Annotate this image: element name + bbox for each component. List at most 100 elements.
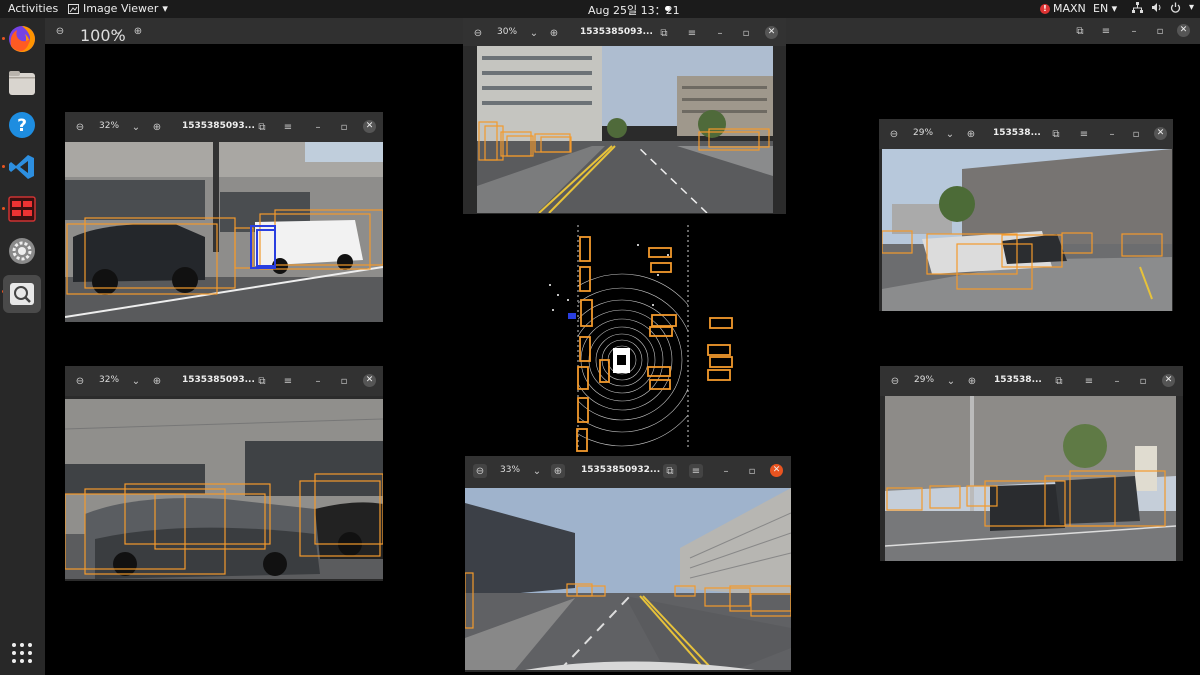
power-icon (1170, 2, 1181, 13)
zoom-in-button[interactable]: ⊕ (150, 374, 164, 388)
zoom-out-button[interactable]: ⊖ (473, 464, 487, 478)
menu-button[interactable]: ≡ (281, 120, 295, 134)
rotate-button[interactable]: ⧉ (663, 464, 677, 478)
viewer-window-back[interactable]: ⊖ 33% ⌄ ⊕ 15353850932... ⧉ ≡ – ▫ ✕ (465, 456, 791, 672)
power-mode-label: MAXN (1053, 2, 1086, 15)
warning-icon: ! (1040, 3, 1050, 14)
vscode-icon[interactable] (7, 152, 37, 182)
chevron-down-icon: ▾ (162, 2, 168, 15)
zoom-level[interactable]: 29% (913, 128, 933, 138)
zoom-in-button[interactable]: ⊕ (547, 26, 561, 40)
running-indicator (2, 37, 5, 40)
minimize-button[interactable]: – (311, 120, 325, 134)
menu-button[interactable]: ≡ (685, 26, 699, 40)
language-label: EN (1093, 2, 1109, 15)
zoom-menu-chevron-icon[interactable]: ⌄ (111, 24, 125, 38)
zoom-level[interactable]: 30% (497, 27, 517, 37)
lidar-bev-view (535, 215, 743, 455)
rotate-button[interactable]: ⧉ (657, 26, 671, 40)
maximize-button[interactable]: ▫ (1129, 127, 1143, 141)
svg-text:?: ? (17, 116, 27, 136)
rotate-button[interactable]: ⧉ (255, 374, 269, 388)
restore-button[interactable]: ▫ (1153, 24, 1167, 38)
zoom-out-button[interactable]: ⊖ (887, 127, 901, 141)
zoom-menu-chevron-icon[interactable]: ⌄ (943, 127, 957, 141)
zoom-out-button[interactable]: ⊖ (73, 374, 87, 388)
monitor-icon[interactable] (7, 194, 37, 224)
close-button[interactable]: ✕ (1177, 24, 1190, 37)
close-button[interactable]: ✕ (765, 26, 778, 39)
zoom-level[interactable]: 32% (99, 121, 119, 131)
viewer-window-front-left[interactable]: ⊖ 32% ⌄ ⊕ 1535385093... ⧉ ≡ – ▫ ✕ (65, 112, 383, 322)
viewer-window-back-left[interactable]: ⊖ 32% ⌄ ⊕ 1535385093... ⧉ ≡ – ▫ ✕ (65, 366, 383, 581)
rotate-button[interactable]: ⧉ (1073, 24, 1087, 38)
window-title: 153538... (993, 128, 1041, 138)
maximize-button[interactable]: ▫ (739, 26, 753, 40)
top-bar: Activities Image Viewer ▾ Aug 25일 13：21 … (0, 0, 1200, 18)
close-button[interactable]: ✕ (363, 120, 376, 133)
maximize-button[interactable]: ▫ (337, 374, 351, 388)
zoom-in-button[interactable]: ⊕ (131, 24, 145, 38)
zoom-menu-chevron-icon[interactable]: ⌄ (944, 374, 958, 388)
zoom-out-button[interactable]: ⊖ (471, 26, 485, 40)
notification-dot-icon (665, 6, 670, 11)
minimize-button[interactable]: – (1105, 127, 1119, 141)
viewer-window-back-right[interactable]: ⊖ 29% ⌄ ⊕ 153538... ⧉ ≡ – ▫ ✕ (880, 366, 1183, 561)
zoom-out-button[interactable]: ⊖ (53, 24, 67, 38)
zoom-in-button[interactable]: ⊕ (150, 120, 164, 134)
menu-button[interactable]: ≡ (1082, 374, 1096, 388)
help-icon[interactable]: ? (7, 110, 37, 140)
viewer-window-front[interactable]: ⊖ 30% ⌄ ⊕ 1535385093... ⧉ ≡ – ▫ ✕ (463, 18, 786, 214)
rotate-button[interactable]: ⧉ (255, 120, 269, 134)
zoom-level[interactable]: 32% (99, 375, 119, 385)
camera-image-back-left (65, 399, 383, 579)
zoom-level[interactable]: 29% (914, 375, 934, 385)
close-button[interactable]: ✕ (1162, 374, 1175, 387)
rotate-button[interactable]: ⧉ (1052, 374, 1066, 388)
window-title: 153538... (994, 375, 1042, 385)
dock: ? (0, 18, 45, 675)
minimize-button[interactable]: – (1110, 374, 1124, 388)
minimize-button[interactable]: – (311, 374, 325, 388)
app-grid-icon[interactable] (7, 638, 37, 668)
files-icon[interactable] (7, 68, 37, 98)
app-name: Image Viewer (83, 2, 159, 15)
maximize-button[interactable]: ▫ (1136, 374, 1150, 388)
image-viewer-icon[interactable] (3, 275, 41, 313)
system-tray[interactable]: ▾ (1132, 2, 1194, 13)
activities-button[interactable]: Activities (8, 2, 58, 15)
menu-button[interactable]: ≡ (281, 374, 295, 388)
zoom-level[interactable]: 33% (500, 465, 520, 475)
maximize-button[interactable]: ▫ (745, 464, 759, 478)
rotate-button[interactable]: ⧉ (1049, 127, 1063, 141)
minimize-button[interactable]: – (1127, 24, 1141, 38)
menu-button[interactable]: ≡ (689, 464, 703, 478)
viewer-window-front-right[interactable]: ⊖ 29% ⌄ ⊕ 153538... ⧉ ≡ – ▫ ✕ (879, 119, 1173, 311)
minimize-button[interactable]: – (719, 464, 733, 478)
language-indicator[interactable]: EN ▾ (1093, 2, 1117, 15)
zoom-in-button[interactable]: ⊕ (965, 374, 979, 388)
app-menu[interactable]: Image Viewer ▾ (68, 2, 168, 15)
zoom-out-button[interactable]: ⊖ (888, 374, 902, 388)
zoom-in-button[interactable]: ⊕ (964, 127, 978, 141)
zoom-menu-chevron-icon[interactable]: ⌄ (530, 464, 544, 478)
settings-icon[interactable] (7, 236, 37, 266)
zoom-menu-chevron-icon[interactable]: ⌄ (527, 26, 541, 40)
power-mode-indicator[interactable]: ! MAXN (1040, 2, 1086, 15)
running-indicator (2, 165, 5, 168)
minimize-button[interactable]: – (713, 26, 727, 40)
close-button[interactable]: ✕ (770, 464, 783, 477)
close-button[interactable]: ✕ (363, 374, 376, 387)
window-title: 1535385093... (182, 121, 255, 131)
menu-button[interactable]: ≡ (1099, 24, 1113, 38)
zoom-menu-chevron-icon[interactable]: ⌄ (129, 120, 143, 134)
close-button[interactable]: ✕ (1154, 127, 1167, 140)
zoom-menu-chevron-icon[interactable]: ⌄ (129, 374, 143, 388)
zoom-in-button[interactable]: ⊕ (551, 464, 565, 478)
zoom-out-button[interactable]: ⊖ (73, 120, 87, 134)
maximize-button[interactable]: ▫ (337, 120, 351, 134)
menu-button[interactable]: ≡ (1077, 127, 1091, 141)
window-title: 15353850932... (581, 465, 661, 475)
firefox-icon[interactable] (7, 24, 37, 54)
image-viewer-app-icon (68, 3, 79, 14)
